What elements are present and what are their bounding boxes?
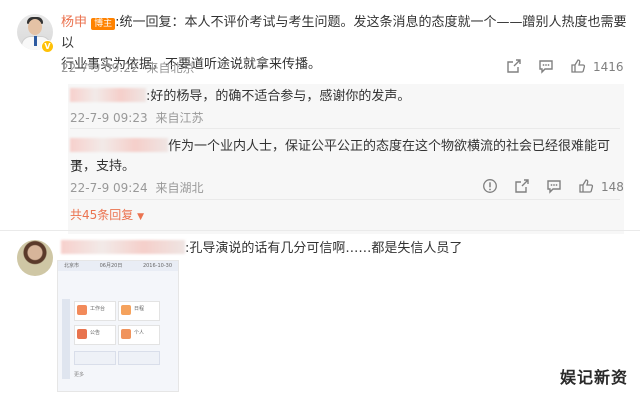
comment2-text: :孔导演说的话有几分可信啊……都是失信人员了 <box>185 241 463 256</box>
divider <box>70 199 620 200</box>
reply-text-row: 作为一个业内人士，保证公平公正的态度在这个物欲横流的社会已经很难能可贵 <box>70 136 620 178</box>
location: 来自北京 <box>146 61 195 75</box>
comment-text-line-1: 杨申 博主:统一回复：本人不评价考试与考生问题。发这条消息的态度就一个——蹭别人… <box>61 12 631 54</box>
thumb-card: 日程 <box>118 301 160 321</box>
thumb-block <box>74 351 116 365</box>
comment2-text-row: :孔导演说的话有几分可信啊……都是失信人员了 <box>61 238 631 259</box>
timestamp: 22-7-9 09:24 <box>70 181 148 195</box>
thumb-sidebar <box>62 299 70 379</box>
report-icon[interactable] <box>482 178 498 194</box>
view-more-label: 共45条回复 <box>70 208 134 222</box>
blurred-username <box>70 88 146 102</box>
location: 来自江苏 <box>155 111 204 125</box>
thumb-card: 公告 <box>74 325 116 345</box>
thumb-footer: 更多 <box>74 372 85 378</box>
section-divider <box>0 230 640 231</box>
thumb-row-label: 个人 <box>134 330 145 336</box>
blurred-username <box>70 138 168 152</box>
thumb-block <box>118 351 160 365</box>
verified-badge-icon: V <box>41 40 54 53</box>
thumb-row-label: 工作台 <box>90 306 106 312</box>
comment-meta: 22-7-9 09:22 来自北京 <box>61 59 194 76</box>
avatar[interactable] <box>17 240 53 276</box>
thumb-row-label: 日程 <box>134 306 145 312</box>
caret-down-icon: ▼ <box>137 212 145 222</box>
comment-icon[interactable] <box>538 58 554 74</box>
blogger-badge: 博主 <box>91 18 116 30</box>
reply-text-line-2: 了，支持。 <box>70 159 136 174</box>
like-count: 1416 <box>593 60 624 74</box>
share-icon[interactable] <box>514 178 530 194</box>
reply-meta: 22-7-9 09:24 来自湖北 <box>70 179 203 196</box>
like-icon[interactable] <box>570 58 586 74</box>
timestamp: 22-7-9 09:22 <box>61 61 139 75</box>
view-more-replies-link[interactable]: 共45条回复 ▼ <box>70 206 144 223</box>
comment-image-thumbnail[interactable]: 北京市 06月20日 2016-10-30 工作台 日程 公告 个人 更多 <box>57 260 179 392</box>
blurred-username[interactable] <box>61 240 185 254</box>
divider <box>70 128 620 129</box>
thumb-header: 北京市 06月20日 2016-10-30 <box>58 261 178 271</box>
thumb-card: 工作台 <box>74 301 116 321</box>
thumb-card: 个人 <box>118 325 160 345</box>
share-icon[interactable] <box>506 58 522 74</box>
comment-icon[interactable] <box>546 178 562 194</box>
like-count: 148 <box>601 180 624 194</box>
author-name[interactable]: 杨申 <box>61 15 87 30</box>
thumb-header-item: 北京市 <box>64 263 80 269</box>
thumb-header-item: 2016-10-30 <box>142 263 172 269</box>
like-icon[interactable] <box>578 178 594 194</box>
timestamp: 22-7-9 09:23 <box>70 111 148 125</box>
watermark: 娱记新资 <box>559 368 628 387</box>
location: 来自湖北 <box>155 181 204 195</box>
thumb-header-item: 06月20日 <box>99 263 123 269</box>
reply-text: :好的杨导，的确不适合参与，感谢你的发声。 <box>146 89 411 104</box>
reply-text-row: :好的杨导，的确不适合参与，感谢你的发声。 <box>70 86 410 107</box>
reply-meta: 22-7-9 09:23 来自江苏 <box>70 109 203 126</box>
comment-text: :统一回复：本人不评价考试与考生问题。发这条消息的态度就一个——蹭别人热度也需要… <box>61 15 627 51</box>
thumb-row-label: 公告 <box>90 330 101 336</box>
